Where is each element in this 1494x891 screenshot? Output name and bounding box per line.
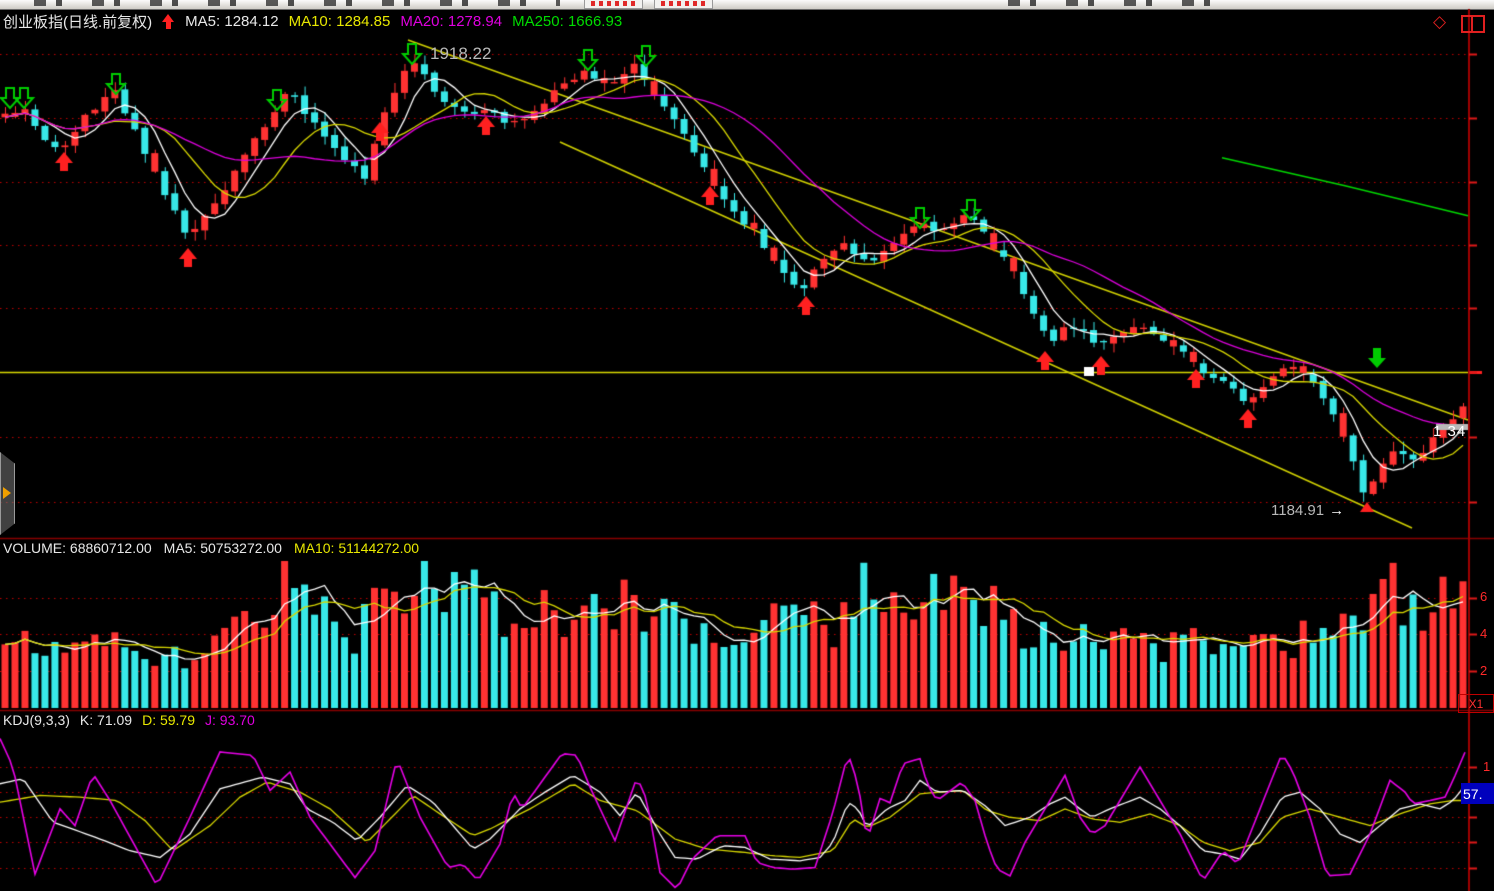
kdj-header: KDJ(9,3,3) K: 71.09 D: 59.79 J: 93.70 [3,712,255,728]
kdj-axis-label: 1 [1483,759,1490,774]
volume-ma5-label: MA5: 50753272.00 [164,540,282,556]
kdj-current-value-badge: 57. [1461,783,1494,804]
main-chart-header: 创业板指(日线.前复权) MA5: 1284.12 MA10: 1284.85 … [3,11,622,32]
ma10-label: MA10: 1284.85 [289,13,391,30]
split-window-icon[interactable] [1461,15,1485,33]
low-price-text: 1184.91 [1271,502,1324,519]
ma5-label: MA5: 1284.12 [185,13,278,30]
kdj-params-label: KDJ(9,3,3) [3,712,70,728]
k-value-label: K: 71.09 [80,712,132,728]
ma20-label: MA20: 1278.94 [400,13,502,30]
buy-signal-arrow-icon [162,14,175,29]
right-arrow-icon: → [1329,502,1344,519]
split-divider [1471,17,1473,31]
volume-axis-4: 4 [1480,626,1487,641]
stock-app-window: 创业板指(日线.前复权) MA5: 1284.12 MA10: 1284.85 … [0,0,1494,891]
instrument-title: 创业板指(日线.前复权) [3,11,152,32]
volume-value-label: VOLUME: 68860712.00 [3,540,152,556]
x1-indicator-badge[interactable]: X1 [1458,694,1494,713]
volume-header: VOLUME: 68860712.00 MA5: 50753272.00 MA1… [3,540,419,556]
expand-arrow-icon [3,487,11,499]
volume-ma10-label: MA10: 51144272.00 [294,540,419,556]
d-value-label: D: 59.79 [142,712,195,728]
sidebar-flyout-handle[interactable] [0,452,15,535]
peak-price-annotation: 1918.22 [430,44,491,64]
ma250-label: MA250: 1666.93 [512,13,622,30]
diamond-icon[interactable]: ◇ [1433,12,1446,32]
low-price-annotation: 1184.91 → [1271,502,1344,519]
volume-axis-6: 6 [1480,589,1487,604]
latest-price-axis-label: 1 34 [1433,423,1466,440]
volume-axis-2: 2 [1480,663,1487,678]
j-value-label: J: 93.70 [205,712,255,728]
chart-canvas[interactable] [0,0,1494,891]
